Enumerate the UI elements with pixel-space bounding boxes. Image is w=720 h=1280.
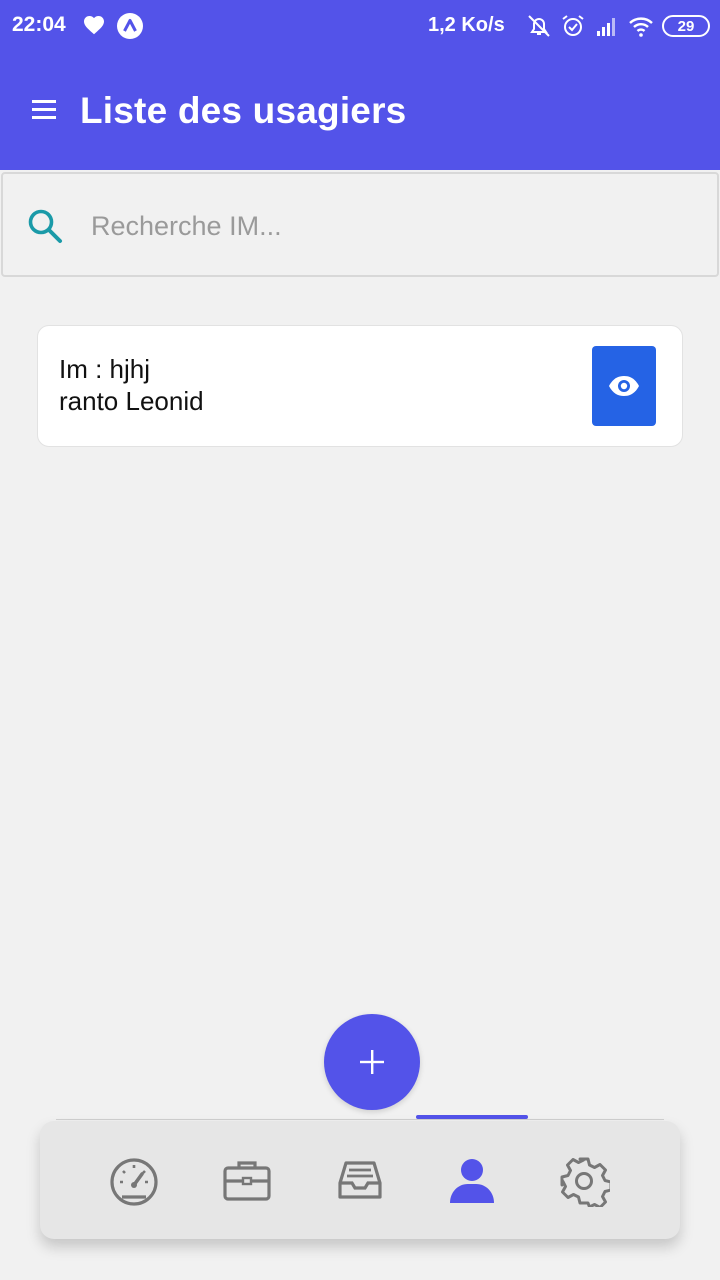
bottom-navigation [40,1121,680,1239]
battery-icon: 29 [662,15,710,37]
menu-icon[interactable] [22,92,66,128]
search-bar [1,172,719,277]
eye-icon [609,376,639,396]
search-input[interactable] [91,200,691,252]
add-user-button[interactable] [324,1014,420,1110]
dashboard-gauge-icon[interactable] [108,1155,160,1207]
active-tab-indicator [416,1115,528,1119]
user-icon[interactable] [446,1155,498,1207]
user-im: Im : hjhj [59,354,151,384]
app-bar: Liste des usagiers [0,56,720,170]
settings-gear-icon[interactable] [558,1155,610,1207]
signal-icon [597,18,615,36]
view-user-button[interactable] [592,346,656,426]
bell-off-icon [528,15,550,37]
battery-level: 29 [677,17,695,35]
briefcase-icon[interactable] [221,1155,273,1207]
app-icon [117,13,143,39]
page-title: Liste des usagiers [80,90,407,131]
wifi-icon [629,17,653,37]
status-icons: 29 [526,12,710,40]
inbox-tray-icon[interactable] [334,1155,386,1207]
network-speed: 1,2 Ko/s [428,14,505,36]
user-name: ranto Leonid [59,386,204,416]
alarm-icon [562,15,584,36]
status-time: 22:04 [12,13,66,36]
nav-divider [56,1119,664,1120]
user-card: Im : hjhj ranto Leonid [37,325,683,447]
status-bar: 22:04 1,2 Ko/s 29 [0,0,720,52]
plus-icon [360,1050,384,1074]
heart-icon [84,16,104,35]
search-icon [28,209,62,243]
